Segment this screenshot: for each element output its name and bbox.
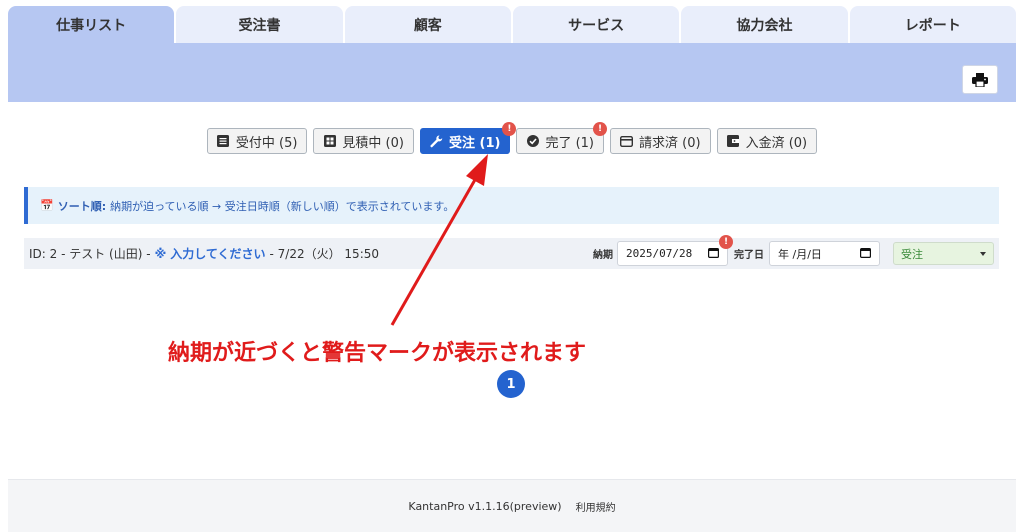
list-icon	[217, 135, 230, 148]
footer: KantanPro v1.1.16(preview) 利用規約	[8, 479, 1016, 532]
filter-completed[interactable]: 完了 (1) !	[516, 122, 608, 154]
terms-link[interactable]: 利用規約	[576, 499, 616, 514]
filter-received[interactable]: 受付中 (5)	[206, 128, 308, 154]
due-date-label: 納期	[593, 250, 613, 261]
filter-paid-label: 入金済 (0)	[745, 135, 808, 151]
main-tab-bar: 仕事リスト 受注書 顧客 サービス 協力会社 レポート	[8, 6, 1016, 43]
sort-description: 納期が迫っている順 → 受注日時順（新しい順）で表示されています。	[110, 199, 455, 213]
chevron-down-icon	[980, 251, 986, 256]
required-mark: ※	[154, 246, 167, 261]
sort-info-alert: 📅 ソート順: 納期が迫っている順 → 受注日時順（新しい順）で表示されています…	[24, 187, 999, 224]
status-select-value: 受注	[901, 247, 923, 261]
tab-reports[interactable]: レポート	[849, 6, 1016, 43]
tab-customers[interactable]: 顧客	[344, 6, 511, 43]
filter-completed-label: 完了 (1)	[545, 135, 595, 151]
app-version: KantanPro v1.1.16(preview)	[408, 499, 562, 513]
filter-ordered[interactable]: 受注 (1) !	[419, 122, 517, 154]
print-button[interactable]	[962, 65, 998, 94]
due-date-value: 2025/07/28	[626, 247, 693, 260]
warning-badge: !	[719, 235, 733, 249]
filter-ordered-label: 受注 (1)	[448, 135, 501, 151]
completion-date-value: 年 /月/日	[778, 247, 822, 261]
annotation-text: 納期が近づくと警告マークが表示されます	[168, 341, 587, 366]
filter-estimating[interactable]: 見積中 (0)	[313, 128, 414, 154]
job-id-text: ID: 2 - テスト (山田) -	[29, 247, 151, 261]
tab-order-form[interactable]: 受注書	[176, 6, 343, 43]
tab-services[interactable]: サービス	[512, 6, 680, 43]
tab-job-list[interactable]: 仕事リスト	[8, 6, 175, 43]
enter-details-link[interactable]: 入力してください	[170, 245, 265, 262]
calendar-icon: 📅	[40, 199, 54, 212]
status-filter-group: 受付中 (5) 見積中 (0) 受注 (1) ! 完了 (1) ! 請求済 (0…	[0, 122, 1024, 154]
warning-badge: !	[593, 122, 608, 136]
pagination-current-page[interactable]: 1	[497, 370, 525, 398]
wrench-icon	[430, 134, 443, 148]
header-band	[8, 43, 1016, 102]
card-icon	[620, 135, 634, 148]
check-circle-icon	[526, 135, 539, 148]
filter-received-label: 受付中 (5)	[235, 135, 298, 151]
job-title: ID: 2 - テスト (山田) - ※ 入力してください - 7/22（火） …	[29, 238, 379, 269]
wallet-icon	[727, 135, 740, 148]
warning-badge: !	[502, 122, 517, 136]
status-select[interactable]: 受注	[893, 242, 994, 265]
job-row[interactable]: ID: 2 - テスト (山田) - ※ 入力してください - 7/22（火） …	[24, 235, 999, 269]
tab-partners[interactable]: 協力会社	[681, 6, 848, 43]
filter-invoiced[interactable]: 請求済 (0)	[610, 128, 711, 154]
completion-date-input[interactable]: 年 /月/日	[769, 241, 880, 266]
sort-label: ソート順:	[57, 199, 107, 213]
calculator-icon	[323, 135, 336, 148]
filter-estimating-label: 見積中 (0)	[342, 135, 404, 151]
printer-icon	[972, 72, 988, 87]
filter-paid[interactable]: 入金済 (0)	[716, 128, 818, 154]
job-datetime: - 7/22（火） 15:50	[269, 247, 380, 261]
completion-date-label: 完了日	[734, 250, 764, 261]
filter-invoiced-label: 請求済 (0)	[639, 135, 701, 151]
due-date-input[interactable]: 2025/07/28	[617, 241, 728, 266]
calendar-picker-icon[interactable]	[708, 247, 720, 261]
calendar-picker-icon[interactable]	[860, 247, 872, 261]
